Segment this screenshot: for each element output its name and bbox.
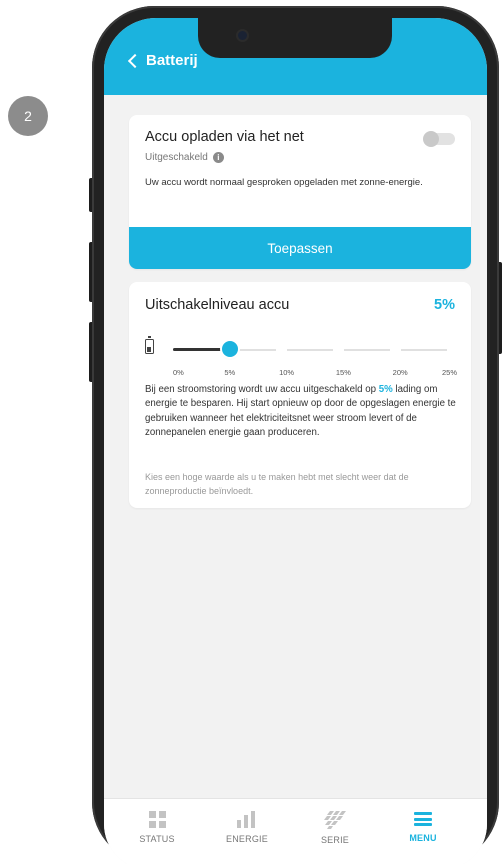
phone-frame: Batterij Accu opladen via het net Uitges… [92, 6, 499, 864]
cutoff-level-title: Uitschakelniveau accu [145, 297, 290, 313]
menu-icon [414, 811, 432, 827]
slider-thumb[interactable] [221, 341, 238, 357]
tab-serie[interactable]: SERIE [300, 811, 370, 845]
camera-icon [238, 31, 247, 40]
status-text: Uitgeschakeld [145, 152, 208, 163]
step-badge: 2 [8, 96, 48, 136]
grid-icon [148, 811, 166, 828]
back-button[interactable]: Batterij [127, 52, 198, 69]
cutoff-level-slider[interactable] [173, 341, 457, 359]
tab-menu[interactable]: MENU [388, 811, 458, 843]
cutoff-level-value: 5% [434, 297, 455, 313]
tab-label: ENERGIE [226, 834, 268, 844]
slider-tick-label: 5% [224, 368, 236, 377]
slider-ticks: 0% 5% 10% 15% 20% 25% [173, 368, 457, 378]
grid-charging-description: Uw accu wordt normaal gesproken opgelade… [145, 177, 423, 188]
toggle-knob [423, 131, 439, 147]
grid-charging-title: Accu opladen via het net [145, 129, 304, 145]
slider-tick-label: 15% [335, 368, 351, 377]
bottom-tab-bar: STATUS ENERGIE SERIE MENU [104, 798, 487, 864]
desc-highlight-value: 5% [378, 384, 393, 395]
grid-charging-toggle[interactable] [423, 131, 455, 147]
phone-screen: Batterij Accu opladen via het net Uitges… [104, 18, 487, 864]
cutoff-level-description: Bij een stroomstoring wordt uw accu uitg… [145, 383, 463, 441]
slider-tick-label: 25% [441, 368, 457, 377]
grid-charging-status: Uitgeschakeld i [145, 152, 224, 163]
cutoff-level-card: Uitschakelniveau accu 5% 0% 5% 10% 15% 20% 25… [129, 282, 471, 508]
solar-panel-icon [324, 811, 346, 829]
battery-icon [145, 336, 154, 354]
tab-label: SERIE [320, 835, 349, 845]
info-icon[interactable]: i [212, 152, 224, 163]
tab-status[interactable]: STATUS [122, 811, 192, 844]
chevron-left-icon [127, 53, 143, 69]
slider-tick-label: 20% [392, 368, 408, 377]
tab-label: MENU [409, 833, 437, 843]
tab-energie[interactable]: ENERGIE [212, 811, 282, 844]
slider-tick-label: 0% [173, 368, 184, 377]
apply-button[interactable]: Toepassen [129, 227, 471, 269]
tab-label: STATUS [139, 834, 175, 844]
notch [198, 18, 392, 58]
cutoff-level-hint: Kies een hoge waarde als u te maken hebt… [145, 472, 409, 496]
grid-charging-card: Accu opladen via het net Uitgeschakeld i… [129, 115, 471, 269]
bar-chart-icon [237, 811, 257, 828]
page-title: Batterij [146, 52, 198, 69]
slider-tick-label: 10% [279, 368, 295, 377]
desc-text: Bij een stroomstoring wordt uw accu uitg… [145, 384, 379, 395]
